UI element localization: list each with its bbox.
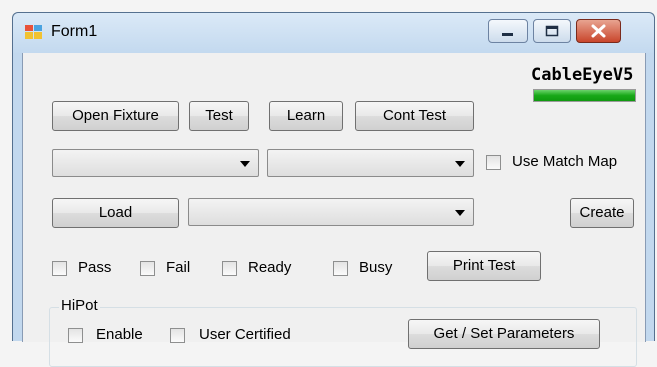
load-combo-select[interactable] bbox=[188, 198, 474, 226]
print-test-button[interactable]: Print Test bbox=[427, 251, 541, 281]
busy-label: Busy bbox=[359, 259, 393, 276]
maximize-icon bbox=[545, 25, 559, 37]
minimize-icon bbox=[502, 33, 513, 36]
chevron-down-icon bbox=[240, 161, 250, 167]
chevron-down-icon bbox=[455, 161, 465, 167]
cont-test-button[interactable]: Cont Test bbox=[355, 101, 474, 131]
pass-label: Pass bbox=[78, 259, 112, 276]
window-title: Form1 bbox=[51, 23, 98, 40]
fail-label: Fail bbox=[166, 259, 191, 276]
use-match-map-checkbox[interactable] bbox=[486, 155, 501, 170]
pass-checkbox[interactable] bbox=[52, 261, 67, 276]
close-icon bbox=[591, 24, 606, 38]
open-fixture-button[interactable]: Open Fixture bbox=[52, 101, 179, 131]
maximize-button[interactable] bbox=[533, 19, 571, 43]
use-match-map-label: Use Match Map bbox=[512, 153, 618, 170]
test-button[interactable]: Test bbox=[189, 101, 249, 131]
chevron-down-icon bbox=[455, 210, 465, 216]
close-button[interactable] bbox=[576, 19, 621, 43]
load-button[interactable]: Load bbox=[52, 198, 179, 228]
hipot-group-title: HiPot bbox=[59, 297, 100, 314]
ready-label: Ready bbox=[248, 259, 292, 276]
fail-checkbox[interactable] bbox=[140, 261, 155, 276]
window-frame: Form1 CableEyeV5 Open Fixture Test Learn… bbox=[12, 12, 655, 367]
learn-button[interactable]: Learn bbox=[269, 101, 343, 131]
get-set-parameters-button[interactable]: Get / Set Parameters bbox=[408, 319, 600, 349]
brand-progress-bar bbox=[533, 89, 636, 102]
combo-select-2[interactable] bbox=[267, 149, 474, 177]
brand-progress-fill bbox=[534, 90, 635, 101]
create-button[interactable]: Create bbox=[570, 198, 634, 228]
form-app-icon bbox=[25, 25, 42, 39]
ready-checkbox[interactable] bbox=[222, 261, 237, 276]
busy-checkbox[interactable] bbox=[333, 261, 348, 276]
form-client-area: CableEyeV5 Open Fixture Test Learn Cont … bbox=[22, 53, 646, 367]
title-bar[interactable]: Form1 bbox=[13, 13, 654, 53]
user-certified-label: User Certified bbox=[199, 326, 291, 343]
minimize-button[interactable] bbox=[488, 19, 528, 43]
combo-select-1[interactable] bbox=[52, 149, 259, 177]
enable-label: Enable bbox=[96, 326, 143, 343]
brand-label: CableEyeV5 bbox=[531, 65, 634, 85]
